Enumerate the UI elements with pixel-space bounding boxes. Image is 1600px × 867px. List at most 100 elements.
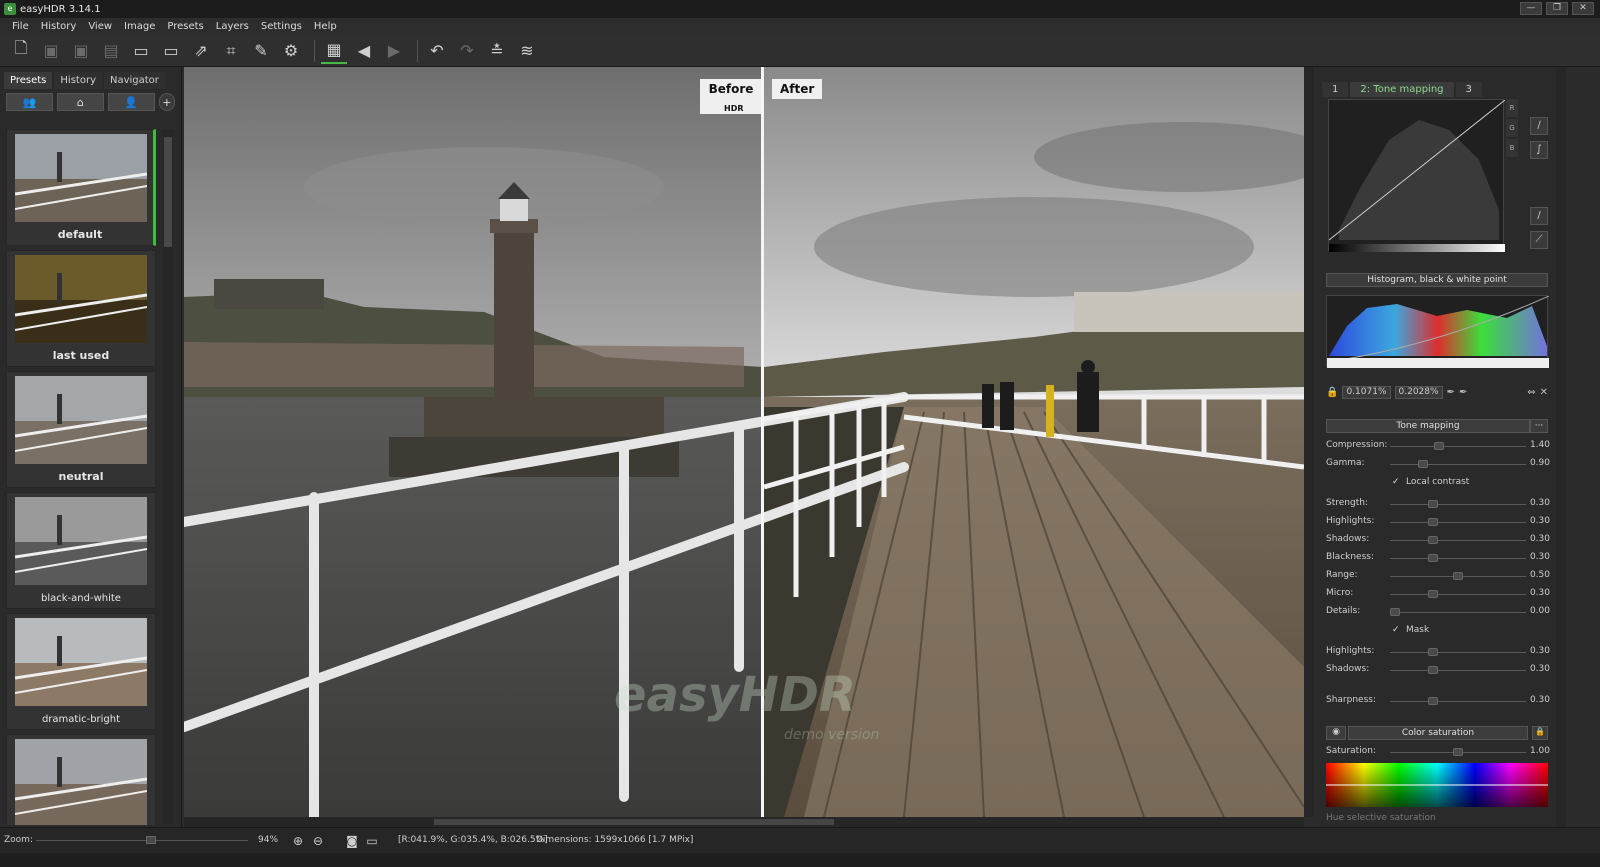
monitor-icon[interactable]: ▭ bbox=[364, 833, 380, 849]
slider-knob[interactable] bbox=[1453, 572, 1463, 580]
slider-track[interactable] bbox=[1390, 701, 1526, 702]
redo-icon[interactable]: ↷ bbox=[454, 38, 480, 64]
preview-toggle-icon[interactable]: ▦ bbox=[321, 38, 347, 64]
linear-curve-icon[interactable]: / bbox=[1530, 207, 1548, 225]
slider-saturation[interactable]: Saturation: 1.00 bbox=[1324, 745, 1550, 761]
slider-sharpness[interactable]: Sharpness: 0.30 bbox=[1324, 694, 1550, 710]
image-viewer[interactable]: Before HDR After easyHDR demo version bbox=[184, 67, 1304, 817]
black-point-field[interactable]: 0.1071% bbox=[1342, 385, 1391, 399]
menu-history[interactable]: History bbox=[35, 21, 83, 32]
slider-knob[interactable] bbox=[1427, 536, 1438, 544]
color-saturation-header[interactable]: Color saturation bbox=[1348, 726, 1528, 740]
slider-track[interactable] bbox=[1390, 612, 1526, 613]
preset-scrollbar[interactable] bbox=[163, 129, 173, 825]
curve-mode-icon[interactable]: ∕ bbox=[1530, 117, 1548, 135]
slider-track[interactable] bbox=[1390, 594, 1526, 595]
settings-icon[interactable]: ⚙ bbox=[278, 38, 304, 64]
slider-knob[interactable] bbox=[1434, 442, 1445, 450]
preset-item[interactable]: black-and-white bbox=[6, 492, 156, 609]
save-as-icon[interactable]: ▭ bbox=[158, 38, 184, 64]
mask-checkbox[interactable]: ✓ Mask bbox=[1392, 625, 1429, 635]
close-icon[interactable]: ✕ bbox=[1540, 387, 1548, 398]
slider-shadows[interactable]: Shadows: 0.30 bbox=[1324, 663, 1550, 679]
slider-knob[interactable] bbox=[1427, 500, 1438, 508]
tab-presets[interactable]: Presets bbox=[4, 72, 53, 89]
hue-saturation-bar[interactable] bbox=[1326, 763, 1548, 807]
undo-icon[interactable]: ↶ bbox=[424, 38, 450, 64]
menu-help[interactable]: Help bbox=[308, 21, 343, 32]
preset-item[interactable]: neutral bbox=[6, 371, 156, 488]
tab-navigator[interactable]: Navigator bbox=[103, 72, 165, 89]
save-icon[interactable]: ▭ bbox=[128, 38, 154, 64]
tab-tone-mapping[interactable]: 2: Tone mapping bbox=[1350, 82, 1454, 97]
slider-track[interactable] bbox=[1390, 522, 1526, 523]
add-icon[interactable]: + bbox=[158, 93, 175, 111]
slider-track[interactable] bbox=[1390, 670, 1526, 671]
slider-range[interactable]: Range: 0.50 bbox=[1324, 569, 1550, 585]
preset-item[interactable]: last used bbox=[6, 250, 156, 367]
slider-blackness[interactable]: Blackness: 0.30 bbox=[1324, 551, 1550, 567]
menu-file[interactable]: File bbox=[6, 21, 35, 32]
menu-view[interactable]: View bbox=[82, 21, 118, 32]
auto-align-icon[interactable]: ≛ bbox=[484, 38, 510, 64]
minimize-button[interactable]: — bbox=[1520, 2, 1542, 15]
viewer-horizontal-scrollbar[interactable] bbox=[184, 817, 1304, 827]
slider-track[interactable] bbox=[1390, 652, 1526, 653]
healing-icon[interactable]: ✎ bbox=[248, 38, 274, 64]
crop-icon[interactable]: ⌗ bbox=[218, 38, 244, 64]
slider-shadows[interactable]: Shadows: 0.30 bbox=[1324, 533, 1550, 549]
batch-icon[interactable]: ▤ bbox=[98, 38, 124, 64]
group-users-icon[interactable]: 👥 bbox=[6, 93, 53, 111]
slider-knob[interactable] bbox=[1427, 648, 1438, 656]
slider-knob[interactable] bbox=[1453, 748, 1463, 756]
slider-track[interactable] bbox=[1390, 464, 1526, 465]
slider-track[interactable] bbox=[1390, 504, 1526, 505]
export-icon[interactable]: ⇗ bbox=[188, 38, 214, 64]
slider-gamma[interactable]: Gamma: 0.90 bbox=[1324, 457, 1550, 473]
menu-layers[interactable]: Layers bbox=[210, 21, 255, 32]
histogram-header[interactable]: Histogram, black & white point bbox=[1326, 273, 1548, 287]
slider-track[interactable] bbox=[1390, 446, 1526, 447]
curve-smooth-icon[interactable]: ∫ bbox=[1530, 141, 1548, 159]
new-file-icon[interactable]: 🗋 bbox=[8, 38, 34, 64]
zoom-slider-knob[interactable] bbox=[146, 836, 156, 844]
slider-details[interactable]: Details: 0.00 bbox=[1324, 605, 1550, 621]
zoom-out-icon[interactable]: ⊖ bbox=[310, 833, 326, 849]
zoom-in-icon[interactable]: ⊕ bbox=[290, 833, 306, 849]
slider-micro[interactable]: Micro: 0.30 bbox=[1324, 587, 1550, 603]
zoom-slider[interactable] bbox=[36, 840, 248, 841]
layers-icon[interactable]: ≋ bbox=[514, 38, 540, 64]
slider-knob[interactable] bbox=[1390, 608, 1400, 616]
viewer-vertical-scrollbar[interactable] bbox=[1304, 67, 1314, 817]
lock-color-icon[interactable]: 🔒 bbox=[1532, 726, 1548, 740]
histogram[interactable] bbox=[1326, 295, 1550, 368]
back-icon[interactable]: ◀ bbox=[351, 38, 377, 64]
expand-icon[interactable]: ⇔ bbox=[1527, 387, 1535, 398]
tone-mapping-header[interactable]: Tone mapping bbox=[1326, 419, 1530, 433]
slider-track[interactable] bbox=[1390, 558, 1526, 559]
curve-editor[interactable] bbox=[1328, 99, 1506, 252]
slider-knob[interactable] bbox=[1427, 666, 1438, 674]
preset-item[interactable] bbox=[6, 734, 156, 825]
channel-b[interactable]: B bbox=[1506, 139, 1518, 157]
eyedropper-icon[interactable]: ✒ bbox=[1447, 387, 1455, 398]
tab-history[interactable]: History bbox=[54, 72, 102, 89]
channel-g[interactable]: G bbox=[1506, 119, 1518, 137]
local-contrast-checkbox[interactable]: ✓ Local contrast bbox=[1392, 477, 1469, 487]
slider-compression[interactable]: Compression: 1.40 bbox=[1324, 439, 1550, 455]
close-button[interactable]: ✕ bbox=[1572, 2, 1594, 15]
tab-3[interactable]: 3 bbox=[1455, 82, 1482, 97]
slider-strength[interactable]: Strength: 0.30 bbox=[1324, 497, 1550, 513]
slider-knob[interactable] bbox=[1427, 590, 1438, 598]
slider-track[interactable] bbox=[1390, 540, 1526, 541]
home-icon[interactable]: ⌂ bbox=[56, 93, 104, 111]
slider-knob[interactable] bbox=[1427, 554, 1438, 562]
eyedropper-white-icon[interactable]: ✒ bbox=[1459, 387, 1467, 398]
tone-menu-button[interactable]: ··· bbox=[1530, 419, 1548, 433]
preset-item[interactable]: dramatic-bright bbox=[6, 613, 156, 730]
camera-icon[interactable]: ◙ bbox=[344, 833, 360, 849]
lock-icon[interactable]: 🔒 bbox=[1326, 387, 1338, 398]
user-icon[interactable]: 👤 bbox=[107, 93, 155, 111]
preset-item[interactable]: default bbox=[6, 129, 156, 246]
open-bracket-icon[interactable]: ▣ bbox=[38, 38, 64, 64]
